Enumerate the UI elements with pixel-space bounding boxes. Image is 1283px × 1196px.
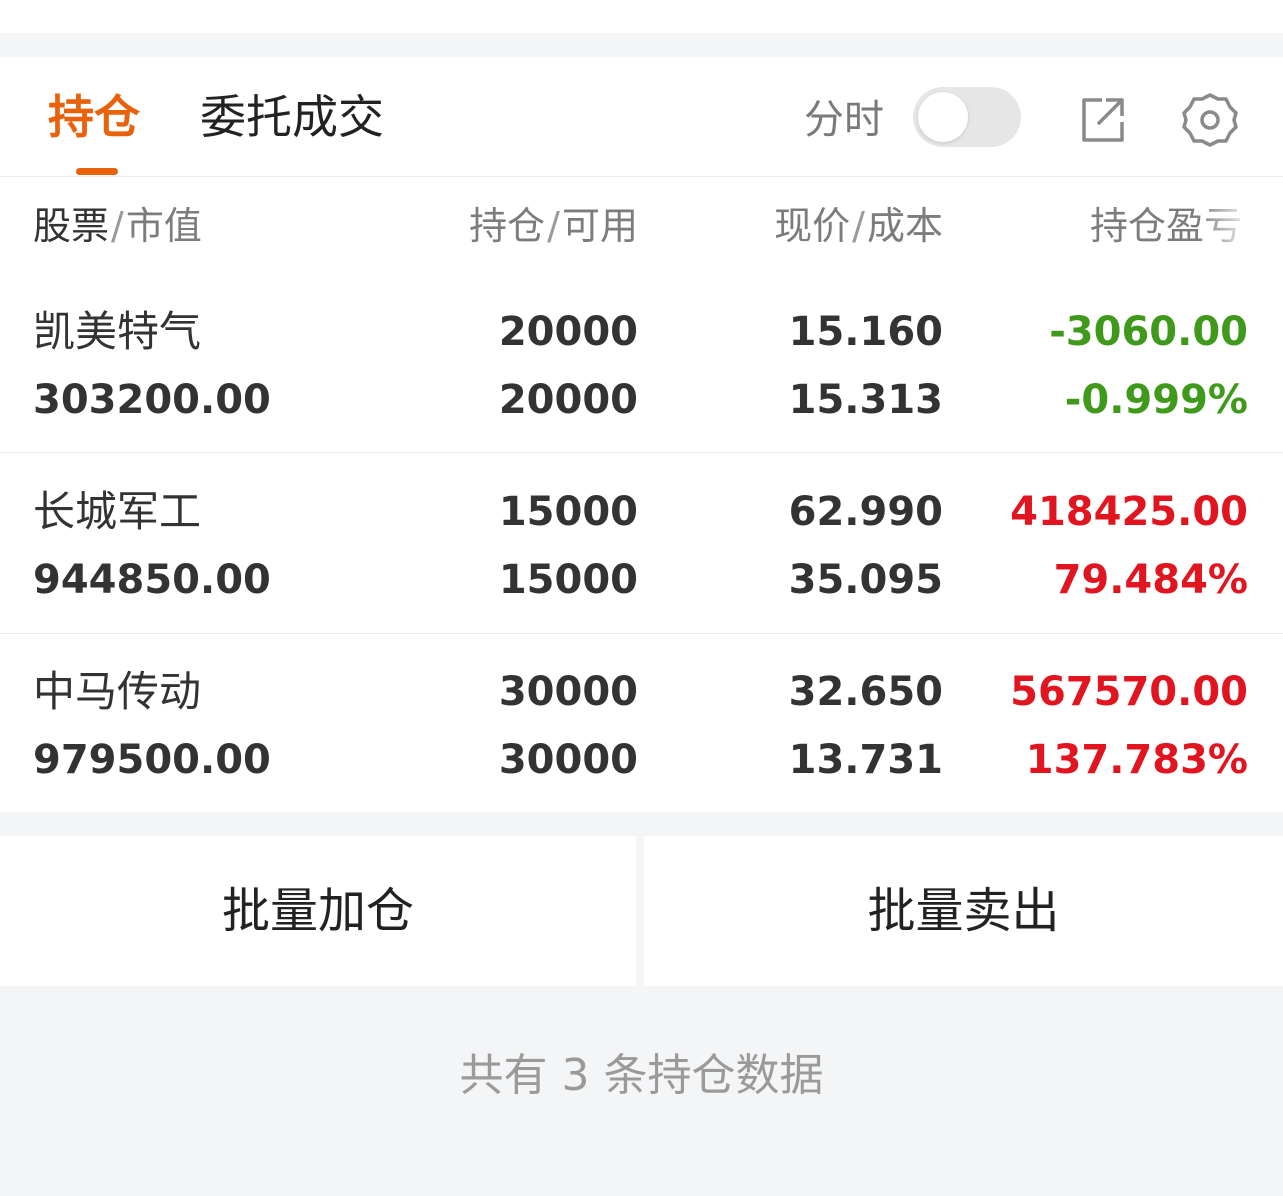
cost-price: 13.731: [788, 737, 943, 783]
pnl-percent: 137.783%: [1025, 737, 1248, 783]
cost-price: 35.095: [788, 557, 943, 603]
holding-row[interactable]: 中马传动 979500.00 30000 30000 32.650 13.731…: [0, 633, 1283, 812]
pnl-percent: -0.999%: [1064, 377, 1248, 423]
tab-positions[interactable]: 持仓: [48, 89, 140, 145]
batch-sell-button[interactable]: 批量卖出: [644, 836, 1283, 986]
holding-row[interactable]: 凯美特气 303200.00 20000 20000 15.160 15.313…: [0, 277, 1283, 453]
toggle-knob: [918, 92, 968, 142]
pnl-amount: 418425.00: [1010, 489, 1248, 535]
pnl-amount: 567570.00: [1010, 669, 1248, 715]
available-qty: 20000: [498, 377, 638, 423]
col-position-available: 持仓/可用: [469, 204, 638, 248]
position-qty: 15000: [498, 489, 638, 535]
external-link-icon[interactable]: [1072, 90, 1132, 150]
timeshare-toggle[interactable]: [913, 87, 1021, 147]
batch-add-button[interactable]: 批量加仓: [0, 836, 636, 986]
tab-bar: 持仓 委托成交 分时: [0, 57, 1283, 177]
pnl-percent: 79.484%: [1053, 557, 1248, 603]
pnl-amount: -3060.00: [1049, 309, 1248, 355]
stock-name: 凯美特气: [33, 307, 202, 356]
col-price-cost: 现价/成本: [774, 204, 943, 248]
stock-name: 中马传动: [33, 667, 202, 716]
active-tab-indicator: [76, 168, 118, 175]
position-qty: 30000: [498, 669, 638, 715]
tab-orders[interactable]: 委托成交: [200, 89, 384, 145]
holdings-count-note: 共有 3 条持仓数据: [459, 1050, 824, 1101]
current-price: 32.650: [788, 669, 943, 715]
market-value: 979500.00: [33, 737, 271, 783]
current-price: 62.990: [788, 489, 943, 535]
gear-icon[interactable]: [1180, 90, 1240, 150]
top-status-area: [0, 0, 1283, 33]
stock-name: 长城军工: [33, 487, 202, 536]
holdings-panel: 持仓 委托成交 分时 股票/市值 持仓/可用 现价/成本 持仓盈亏 凯美特气 3…: [0, 57, 1283, 812]
available-qty: 15000: [498, 557, 638, 603]
market-value: 303200.00: [33, 377, 271, 423]
holding-row[interactable]: 长城军工 944850.00 15000 15000 62.990 35.095…: [0, 453, 1283, 634]
cost-price: 15.313: [788, 377, 943, 423]
position-qty: 20000: [498, 309, 638, 355]
current-price: 15.160: [788, 309, 943, 355]
col-stock-market-value: 股票/市值: [33, 204, 202, 248]
available-qty: 30000: [498, 737, 638, 783]
col-pnl: 持仓盈亏: [1090, 204, 1243, 248]
market-value: 944850.00: [33, 557, 271, 603]
timeshare-label: 分时: [804, 97, 884, 143]
column-header: 股票/市值 持仓/可用 现价/成本 持仓盈亏: [0, 177, 1283, 277]
